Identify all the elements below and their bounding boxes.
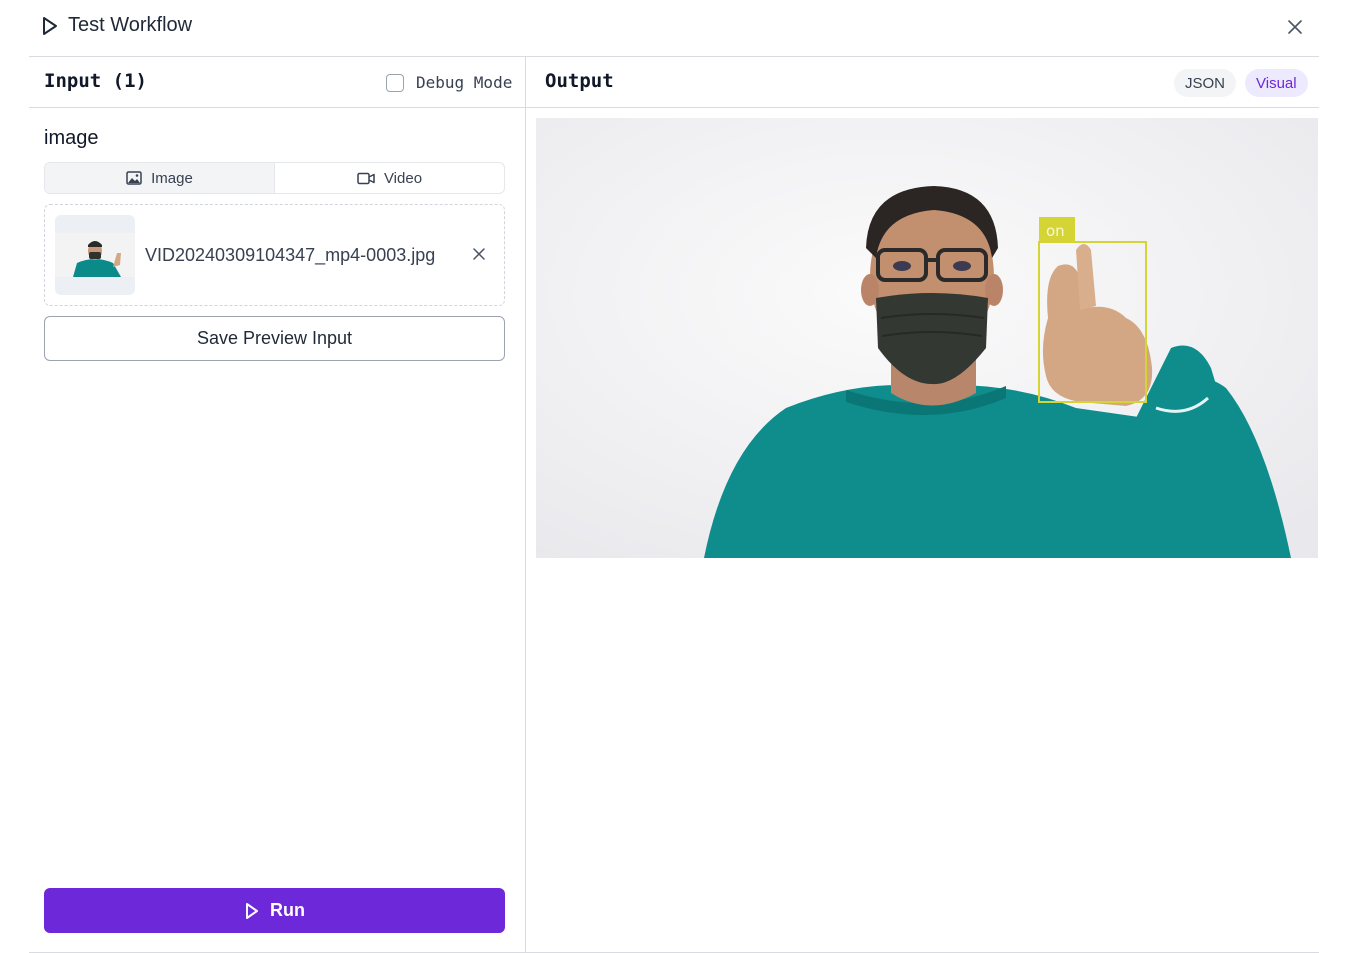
tab-image-label: Image: [151, 169, 193, 187]
output-image: on: [536, 118, 1318, 558]
field-label: image: [44, 127, 99, 149]
close-button[interactable]: [1285, 17, 1305, 37]
tab-video-label: Video: [383, 169, 423, 187]
dialog-title: Test Workflow: [68, 14, 193, 36]
video-icon: [357, 172, 375, 184]
run-button[interactable]: Run: [44, 888, 505, 933]
play-icon: [246, 902, 258, 919]
debug-mode-toggle[interactable]: Debug Mode: [386, 73, 512, 92]
save-preview-input-button[interactable]: Save Preview Input: [44, 316, 505, 361]
image-icon: [126, 171, 142, 185]
file-name: VID20240309104347_mp4-0003.jpg: [145, 245, 436, 265]
debug-mode-label: Debug Mode: [416, 73, 513, 92]
debug-mode-checkbox[interactable]: [386, 73, 404, 92]
run-button-label: Run: [270, 900, 305, 920]
input-panel-title: Input (1): [44, 70, 147, 92]
output-panel-title: Output: [545, 70, 614, 92]
close-icon: [1288, 20, 1302, 34]
play-icon: [41, 16, 59, 36]
remove-file-button[interactable]: [470, 245, 488, 263]
json-view-button[interactable]: JSON: [1174, 69, 1237, 97]
input-panel-header: Input (1) Debug Mode: [29, 57, 525, 108]
tab-video[interactable]: Video: [275, 163, 504, 193]
visual-view-button[interactable]: Visual: [1245, 69, 1308, 97]
tab-image[interactable]: Image: [45, 163, 275, 193]
file-card: VID20240309104347_mp4-0003.jpg: [44, 204, 505, 306]
media-type-tabs: Image Video: [44, 162, 505, 194]
input-panel: Input (1) Debug Mode image Image Video V…: [29, 57, 526, 953]
dialog-header: Test Workflow: [29, 0, 1319, 57]
detection-label: on: [1046, 222, 1065, 240]
file-thumbnail: [55, 215, 135, 295]
output-panel: Output JSON Visual on: [526, 57, 1319, 953]
title-group: Test Workflow: [41, 14, 192, 37]
output-visualization: on: [536, 118, 1318, 558]
close-icon: [473, 248, 485, 260]
output-panel-header: Output JSON Visual: [526, 57, 1319, 108]
